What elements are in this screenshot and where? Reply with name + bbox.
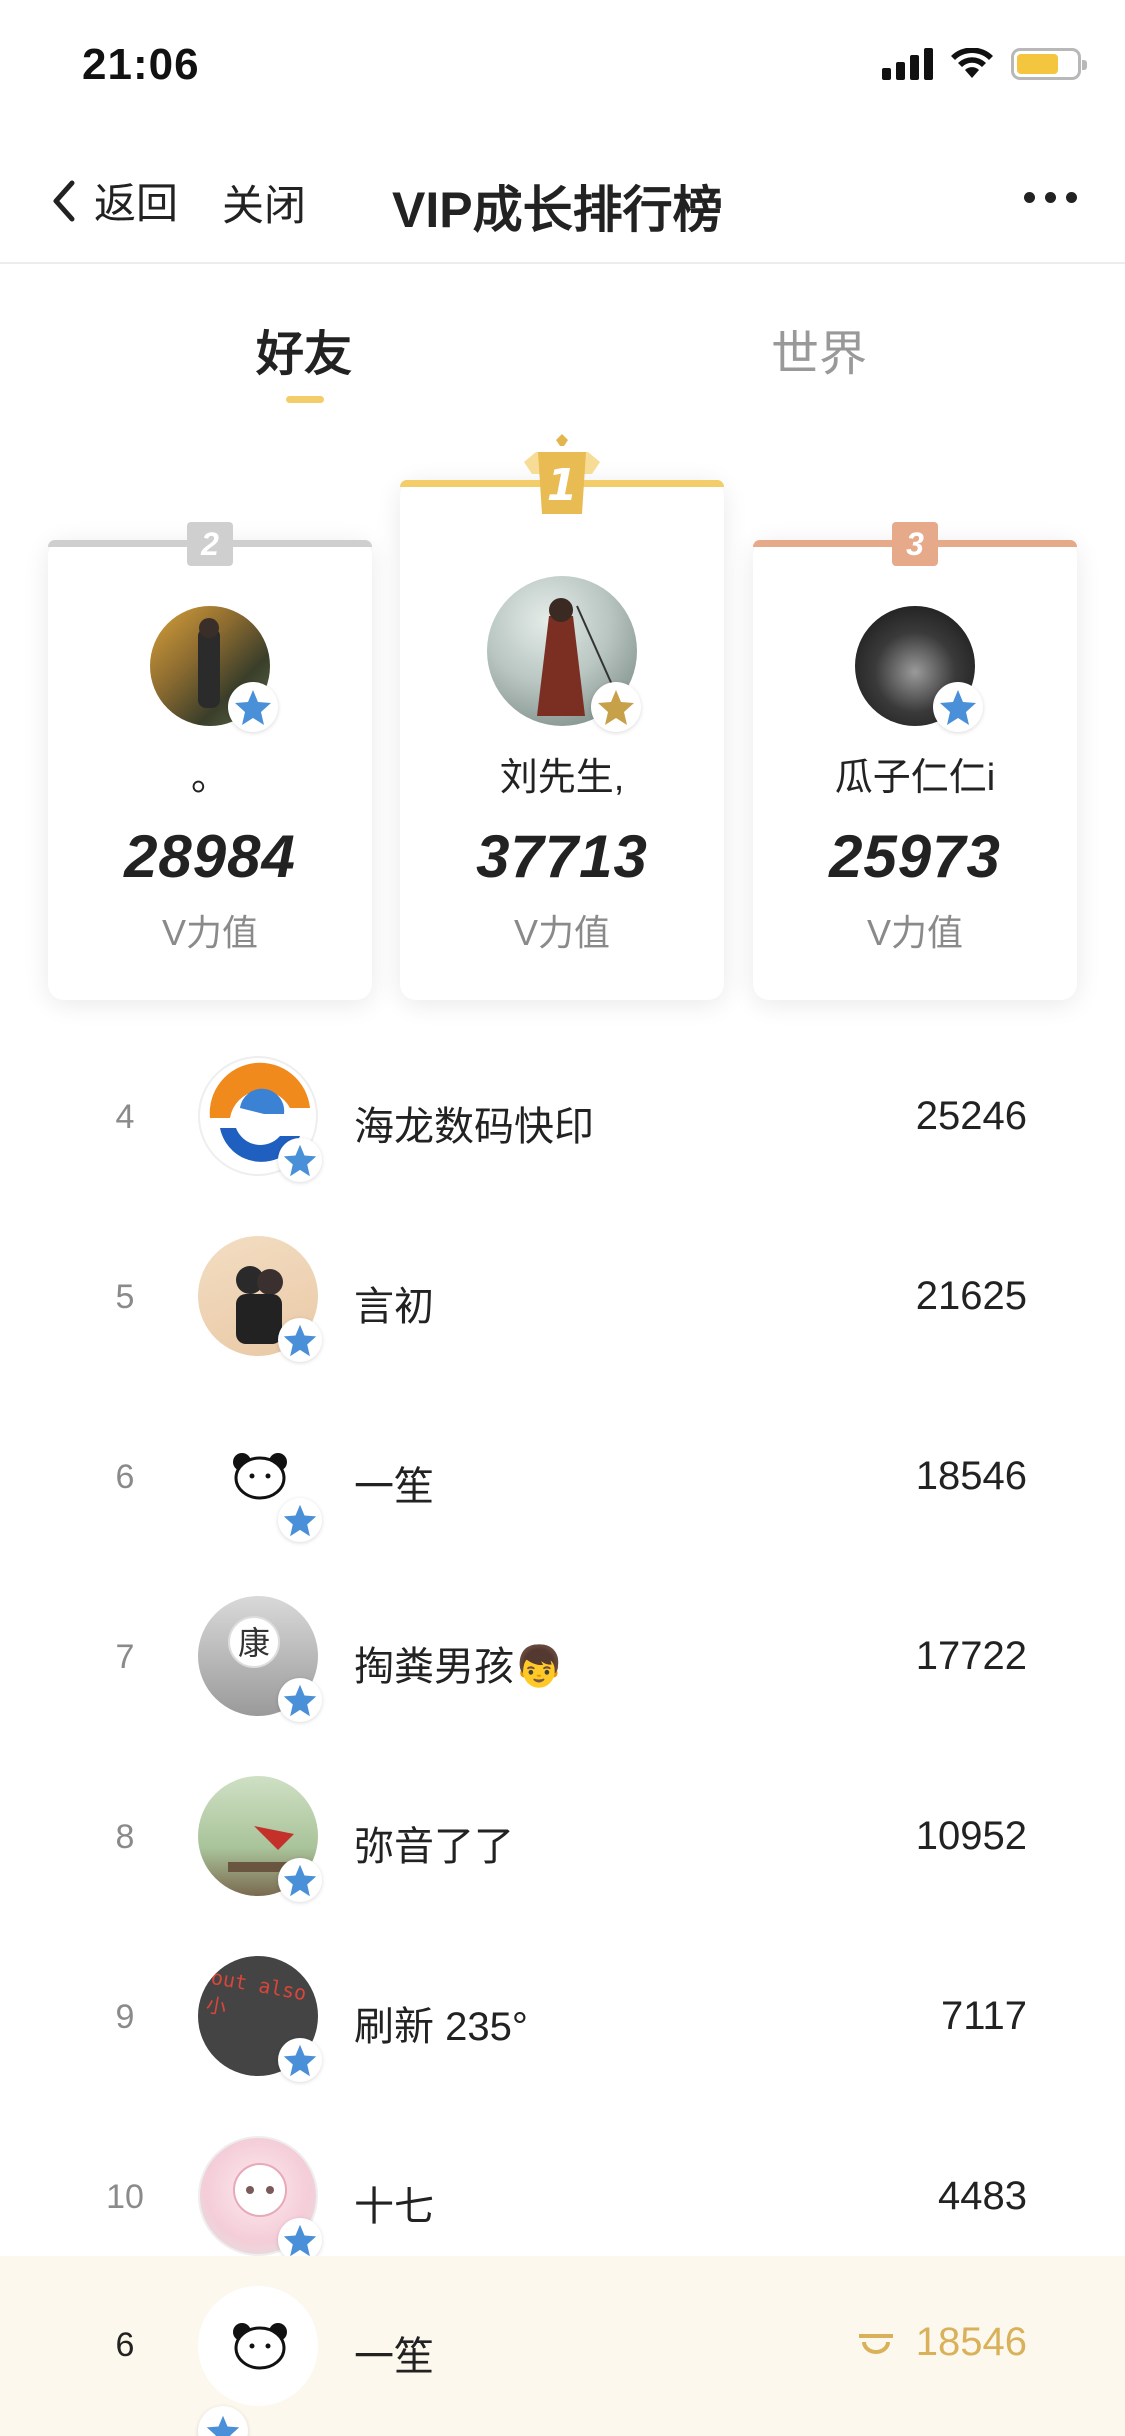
avatar[interactable]: 康 6 xyxy=(198,1596,322,1722)
podium-name: 刘先生, xyxy=(499,757,625,799)
wifi-icon xyxy=(951,48,993,78)
avatar[interactable]: out also 小 4 xyxy=(198,1956,322,2082)
svg-text:7: 7 xyxy=(626,708,636,727)
rank-number: 5 xyxy=(115,1278,135,1316)
crown-icon: 1 xyxy=(524,434,600,514)
tab-friends[interactable]: 好友 xyxy=(256,314,352,384)
podium-card-third[interactable]: 3 6 瓜子仁仁i 25973 V力值 xyxy=(753,522,1077,1000)
rank-number: 9 xyxy=(115,1998,135,2036)
vip-star-icon: 6 xyxy=(933,682,983,732)
back-label: 返回 xyxy=(94,180,179,227)
podium-name: 瓜子仁仁i xyxy=(834,757,996,799)
svg-text:6: 6 xyxy=(309,1702,318,1718)
svg-text:5: 5 xyxy=(309,1882,318,1898)
list-name: 言初 xyxy=(354,1285,434,1329)
vip-star-icon: 5 xyxy=(278,1858,322,1902)
battery-icon xyxy=(1011,48,1087,80)
back-button[interactable]: 返回 xyxy=(50,170,178,231)
rank-number: 6 xyxy=(115,1458,135,1496)
tab-indicator xyxy=(286,396,324,403)
list-score: 4483 xyxy=(938,2174,1027,2218)
vip-star-icon: 7 xyxy=(591,682,641,732)
vip-star-icon: 6 xyxy=(278,1678,322,1722)
vip-star-icon: 6 xyxy=(228,682,278,732)
podium-card-second[interactable]: 2 6 。 28984 V力值 xyxy=(48,522,372,1000)
v-power-icon xyxy=(858,2333,893,2354)
svg-text:6: 6 xyxy=(309,1162,318,1178)
avatar[interactable]: 5 xyxy=(198,1776,322,1902)
podium-unit: V力值 xyxy=(866,912,963,953)
svg-text:4: 4 xyxy=(308,2062,318,2078)
list-score: 7117 xyxy=(940,1994,1027,2038)
podium-score: 25973 xyxy=(829,823,1001,890)
status-icons xyxy=(882,48,1087,80)
avatar[interactable]: 7 xyxy=(487,576,641,732)
rank-number: 10 xyxy=(106,2178,144,2216)
list-name: 海龙数码快印 xyxy=(354,1105,594,1149)
list-name: 十七 xyxy=(354,2185,434,2229)
status-time: 21:06 xyxy=(82,40,200,89)
list-score: 25246 xyxy=(915,1094,1027,1138)
self-name: 一笙 xyxy=(354,2335,434,2379)
svg-text:6: 6 xyxy=(309,1342,318,1358)
list-item[interactable]: 4 6 海龙数码快印 25246 xyxy=(0,1026,1125,1206)
avatar[interactable]: 6 xyxy=(855,606,983,732)
vip-star-icon: 4 xyxy=(278,2038,322,2082)
svg-text:6: 6 xyxy=(263,708,273,727)
list-item[interactable]: 6 6 一笙 18546 xyxy=(0,1386,1125,1566)
nav-bar: 返回 关闭 VIP成长排行榜 xyxy=(0,132,1125,264)
avatar[interactable]: 6 xyxy=(198,1056,322,1182)
page-title: VIP成长排行榜 xyxy=(392,182,723,238)
avatar[interactable]: 6 xyxy=(198,2286,318,2436)
tab-world[interactable]: 世界 xyxy=(771,314,867,384)
list-score: 10952 xyxy=(915,1814,1027,1858)
tab-bar: 好友 世界 xyxy=(0,266,1125,416)
vip-star-icon: 6 xyxy=(278,1498,322,1542)
vip-star-icon: 6 xyxy=(278,1318,322,1362)
rank-badge-silver: 2 xyxy=(187,522,233,566)
avatar[interactable]: 4 xyxy=(198,2136,322,2262)
podium-score: 37713 xyxy=(476,823,648,890)
podium-name: 。 xyxy=(190,757,229,799)
signal-icon xyxy=(882,48,933,80)
list-name: 刷新 235° xyxy=(354,2005,528,2049)
avatar[interactable]: 6 xyxy=(150,606,278,732)
list-item[interactable]: 5 6 言初 21625 xyxy=(0,1206,1125,1386)
podium-unit: V力值 xyxy=(513,912,610,953)
avatar[interactable]: 6 xyxy=(198,1236,322,1362)
podium-card-first[interactable]: 1 7 刘先生, 37713 V力值 xyxy=(400,434,724,1000)
list-score: 21625 xyxy=(915,1274,1027,1318)
chevron-left-icon xyxy=(53,180,75,221)
list-item[interactable]: 9 out also 小 4 刷新 235° 7117 xyxy=(0,1926,1125,2106)
list-score: 18546 xyxy=(915,1454,1027,1498)
rank-number: 4 xyxy=(115,1098,135,1136)
list-item[interactable]: 7 康 6 掏粪男孩👦 17722 xyxy=(0,1566,1125,1746)
rank-badge-gold: 1 xyxy=(520,434,604,518)
list-name: 一笙 xyxy=(354,1465,434,1509)
rank-number: 8 xyxy=(115,1818,135,1856)
avatar[interactable]: 6 xyxy=(198,1416,322,1542)
rank-number: 7 xyxy=(115,1638,135,1676)
list-item[interactable]: 8 5 弥音了了 10952 xyxy=(0,1746,1125,1926)
status-bar: 21:06 xyxy=(0,0,1125,132)
self-rank-number: 6 xyxy=(115,2326,135,2364)
svg-text:1: 1 xyxy=(547,460,578,511)
vip-star-icon: 6 xyxy=(278,1138,322,1182)
svg-text:6: 6 xyxy=(968,708,978,727)
list-name: 弥音了了 xyxy=(354,1825,514,1869)
list-score: 17722 xyxy=(915,1634,1027,1678)
list-name: 掏粪男孩👦 xyxy=(354,1645,564,1689)
svg-text:6: 6 xyxy=(309,1522,318,1538)
podium-unit: V力值 xyxy=(161,912,258,953)
self-score: 18546 xyxy=(856,2320,1027,2365)
more-dots-icon[interactable] xyxy=(1024,192,1077,203)
close-button[interactable]: 关闭 xyxy=(222,172,306,233)
self-rank-bar[interactable]: 6 6 一笙 18546 xyxy=(0,2256,1125,2436)
podium-score: 28984 xyxy=(124,823,296,890)
vip-star-icon: 6 xyxy=(198,2406,248,2436)
rank-badge-bronze: 3 xyxy=(892,522,938,566)
